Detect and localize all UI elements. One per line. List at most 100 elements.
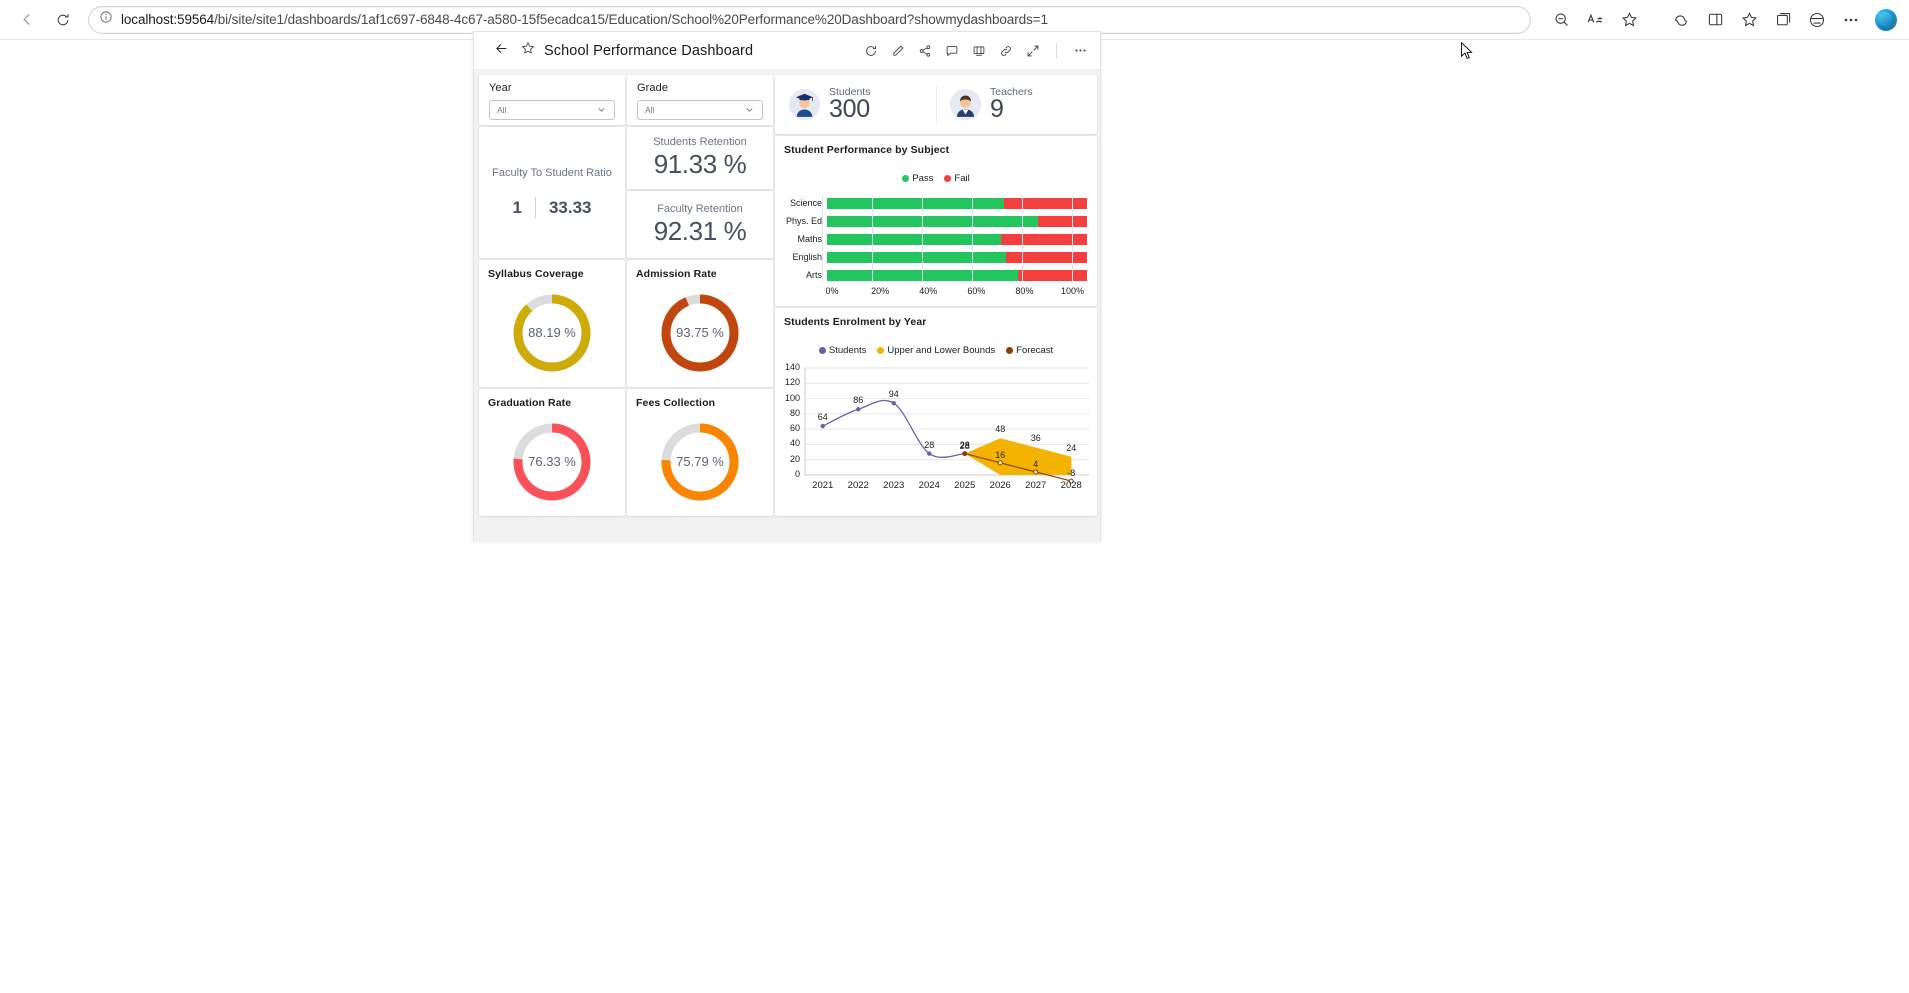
- students-retention-label: Students Retention: [653, 136, 747, 148]
- bar-x-tick: 20%: [871, 286, 889, 296]
- bar-x-tick: 80%: [1015, 286, 1033, 296]
- legend-swatch-forecast: [1006, 347, 1013, 354]
- student-performance-plot: Science Phys. Ed Maths: [775, 196, 1097, 299]
- share-icon[interactable]: [917, 43, 933, 59]
- grade-filter-select[interactable]: All: [637, 100, 763, 120]
- legend-label-pass: Pass: [912, 173, 933, 184]
- fees-collection-card: Fees Collection 75.79 %: [627, 389, 773, 516]
- bar-row[interactable]: Maths: [785, 232, 1087, 246]
- bar-category-label: English: [785, 252, 827, 262]
- bar-category-label: Phys. Ed: [785, 216, 827, 226]
- legend-swatch-pass: [902, 175, 909, 182]
- chevron-down-icon: [596, 104, 607, 117]
- students-kpi-value: 300: [829, 96, 870, 122]
- more-options-icon[interactable]: [1072, 43, 1088, 59]
- line-x-tick: 2028: [1061, 480, 1082, 491]
- link-icon[interactable]: [998, 43, 1014, 59]
- comment-icon[interactable]: [944, 43, 960, 59]
- legend-item-fail[interactable]: Fail: [944, 173, 969, 184]
- graduation-rate-title: Graduation Rate: [479, 389, 625, 409]
- fees-collection-title: Fees Collection: [627, 389, 773, 409]
- legend-label-students: Students: [829, 345, 867, 356]
- line-x-tick: 2024: [919, 480, 940, 491]
- line-x-tick: 2022: [848, 480, 869, 491]
- teachers-kpi: Teachers 9: [936, 75, 1097, 134]
- edit-icon[interactable]: [890, 43, 906, 59]
- address-bar-url: localhost:59564/bi/site/site1/dashboards…: [121, 12, 1048, 27]
- edge-profile-icon[interactable]: [1875, 9, 1897, 31]
- bar-segment-fail: [1038, 216, 1087, 227]
- ratio-left-value: 1: [512, 198, 521, 218]
- bar-row[interactable]: Science: [785, 196, 1087, 210]
- line-y-tick: 140: [775, 362, 800, 372]
- bar-segment-pass: [827, 198, 1004, 209]
- browser-back-button[interactable]: [12, 5, 42, 35]
- bar-category-label: Maths: [785, 234, 827, 244]
- bar-chart-x-axis: 0%20%40%60%80%100%: [832, 286, 1087, 299]
- bar-row[interactable]: Arts: [785, 268, 1087, 282]
- bar-row[interactable]: Phys. Ed: [785, 214, 1087, 228]
- chevron-down-icon: [744, 104, 755, 117]
- favorites-icon[interactable]: [1733, 4, 1765, 36]
- faculty-student-ratio-card: Faculty To Student Ratio 1 33.33: [479, 127, 625, 258]
- line-y-tick: 0: [775, 469, 800, 479]
- dashboard-back-icon[interactable]: [494, 41, 509, 61]
- line-data-label: -8: [1067, 468, 1075, 478]
- graduation-rate-gauge[interactable]: 76.33 %: [510, 420, 594, 504]
- toolbar-divider: [1056, 43, 1057, 58]
- zoom-out-icon[interactable]: [1545, 4, 1577, 36]
- split-screen-icon[interactable]: [1699, 4, 1731, 36]
- fullscreen-icon[interactable]: [1025, 43, 1041, 59]
- site-info-icon[interactable]: [99, 10, 113, 29]
- url-path: /bi/site/site1/dashboards/1af1c697-6848-…: [214, 12, 1048, 27]
- browser-refresh-button[interactable]: [48, 5, 78, 35]
- export-icon[interactable]: [971, 43, 987, 59]
- line-y-tick: 120: [775, 377, 800, 387]
- year-filter-select[interactable]: All: [489, 100, 615, 120]
- line-x-tick: 2025: [954, 480, 975, 491]
- url-host: localhost:59564: [121, 12, 214, 27]
- graduation-rate-value: 76.33 %: [510, 420, 594, 504]
- line-data-label: 28: [960, 441, 970, 451]
- line-y-tick: 100: [775, 393, 800, 403]
- students-enrolment-chart-card: Students Enrolment by Year Students Uppe…: [775, 308, 1097, 516]
- refresh-icon[interactable]: [863, 43, 879, 59]
- line-y-tick: 60: [775, 423, 800, 433]
- fees-collection-gauge[interactable]: 75.79 %: [658, 420, 742, 504]
- legend-label-fail: Fail: [954, 173, 969, 184]
- admission-rate-card: Admission Rate 93.75 %: [627, 260, 773, 387]
- legend-label-bounds: Upper and Lower Bounds: [887, 345, 995, 356]
- admission-rate-gauge[interactable]: 93.75 %: [658, 291, 742, 375]
- students-retention-value: 91.33 %: [654, 149, 747, 180]
- student-performance-chart-title: Student Performance by Subject: [775, 136, 1097, 156]
- legend-item-pass[interactable]: Pass: [902, 173, 933, 184]
- address-bar[interactable]: localhost:59564/bi/site/site1/dashboards…: [88, 6, 1531, 34]
- line-y-tick: 80: [775, 408, 800, 418]
- line-data-label: 36: [1031, 433, 1041, 443]
- add-favorite-icon[interactable]: [1613, 4, 1645, 36]
- copilot-icon[interactable]: [1665, 4, 1697, 36]
- line-x-tick: 2027: [1025, 480, 1046, 491]
- legend-item-forecast[interactable]: Forecast: [1006, 345, 1053, 356]
- bar-track: [827, 234, 1087, 245]
- legend-item-bounds[interactable]: Upper and Lower Bounds: [877, 345, 995, 356]
- line-x-tick: 2026: [990, 480, 1011, 491]
- syllabus-coverage-card: Syllabus Coverage 88.19 %: [479, 260, 625, 387]
- bar-segment-pass: [827, 234, 1001, 245]
- dashboard-favorite-star-icon[interactable]: [521, 41, 535, 60]
- year-filter-card: Year All: [479, 75, 625, 125]
- read-aloud-icon[interactable]: [1579, 4, 1611, 36]
- bar-segment-pass: [827, 216, 1038, 227]
- students-enrolment-plot: 1401201008060402002021202220232024202520…: [775, 362, 1097, 497]
- legend-swatch-fail: [944, 175, 951, 182]
- collections-icon[interactable]: [1767, 4, 1799, 36]
- grade-filter-card: Grade All: [627, 75, 773, 125]
- legend-item-students[interactable]: Students: [819, 345, 867, 356]
- students-retention-card: Students Retention 91.33 %: [627, 127, 773, 189]
- browser-actions: [1545, 4, 1897, 36]
- settings-and-more-icon[interactable]: [1835, 4, 1867, 36]
- line-data-label: 4: [1033, 459, 1038, 469]
- syllabus-coverage-gauge[interactable]: 88.19 %: [510, 291, 594, 375]
- bar-row[interactable]: English: [785, 250, 1087, 264]
- browser-essentials-icon[interactable]: [1801, 4, 1833, 36]
